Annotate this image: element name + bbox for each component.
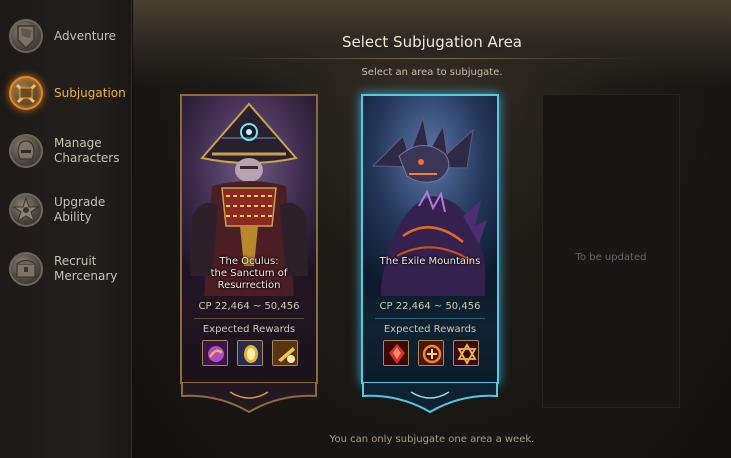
sidebar-item-recruit-mercenary[interactable]: Recruit Mercenary <box>6 243 128 295</box>
sidebar-item-subjugation[interactable]: Subjugation <box>6 67 128 119</box>
sidebar-item-label: Recruit Mercenary <box>54 254 118 283</box>
helmet-icon <box>6 131 46 171</box>
sidebar-item-label: Upgrade Ability <box>54 195 106 224</box>
page-title: Select Subjugation Area <box>342 33 522 51</box>
card-banner-tail <box>362 382 498 414</box>
golden-egg-reward-icon[interactable] <box>237 340 263 366</box>
rewards-label: Expected Rewards <box>202 324 296 335</box>
area-card-frame: The Exile Mountains CP 22,464 ~ 50,456 E… <box>361 94 499 384</box>
crossed-swords-icon <box>6 73 46 113</box>
info-divider <box>194 318 304 319</box>
combat-power-range: CP 22,464 ~ 50,456 <box>198 301 300 312</box>
card-banner-tail <box>181 382 317 414</box>
red-crystal-reward-icon[interactable] <box>383 340 409 366</box>
area-name: The Oculus: the Sanctum of Resurrection <box>210 256 288 291</box>
sidebar-item-label: Subjugation <box>54 85 126 100</box>
rewards-row <box>202 340 298 366</box>
sidebar-item-label: Adventure <box>54 28 117 43</box>
sidebar-item-label: Manage Characters <box>54 136 120 165</box>
red-rune-reward-icon[interactable] <box>418 340 444 366</box>
area-card-empty: To be updated <box>542 94 680 408</box>
rewards-label: Expected Rewards <box>383 324 477 335</box>
sidebar-menu: Adventure Subjugation Manage Characters <box>0 0 132 458</box>
shield-flag-icon <box>6 16 46 56</box>
rewards-row <box>383 340 479 366</box>
purple-orb-reward-icon[interactable] <box>202 340 228 366</box>
area-card-exile-mountains[interactable]: The Exile Mountains CP 22,464 ~ 50,456 E… <box>361 94 499 414</box>
weekly-limit-note: You can only subjugate one area a week. <box>329 434 535 445</box>
to-be-updated-label: To be updated <box>575 252 647 263</box>
star-burst-icon <box>6 190 46 230</box>
area-card-frame: The Oculus: the Sanctum of Resurrection … <box>180 94 318 384</box>
page-subtitle: Select an area to subjugate. <box>361 67 503 78</box>
sidebar-item-adventure[interactable]: Adventure <box>6 10 128 62</box>
oculus-boss-art: The Oculus: the Sanctum of Resurrection <box>182 96 316 296</box>
exile-dragon-art: The Exile Mountains <box>363 96 497 296</box>
sidebar-item-upgrade-ability[interactable]: Upgrade Ability <box>6 184 128 236</box>
info-divider <box>375 318 485 319</box>
golden-scroll-reward-icon[interactable] <box>272 340 298 366</box>
treasure-chest-icon <box>6 249 46 289</box>
sidebar-item-manage-characters[interactable]: Manage Characters <box>6 125 128 177</box>
area-name: The Exile Mountains <box>379 256 481 267</box>
hexagram-reward-icon[interactable] <box>453 340 479 366</box>
area-card-oculus[interactable]: The Oculus: the Sanctum of Resurrection … <box>180 94 318 414</box>
title-divider <box>223 58 641 59</box>
combat-power-range: CP 22,464 ~ 50,456 <box>379 301 481 312</box>
main-panel: Select Subjugation Area Select an area t… <box>133 0 731 458</box>
